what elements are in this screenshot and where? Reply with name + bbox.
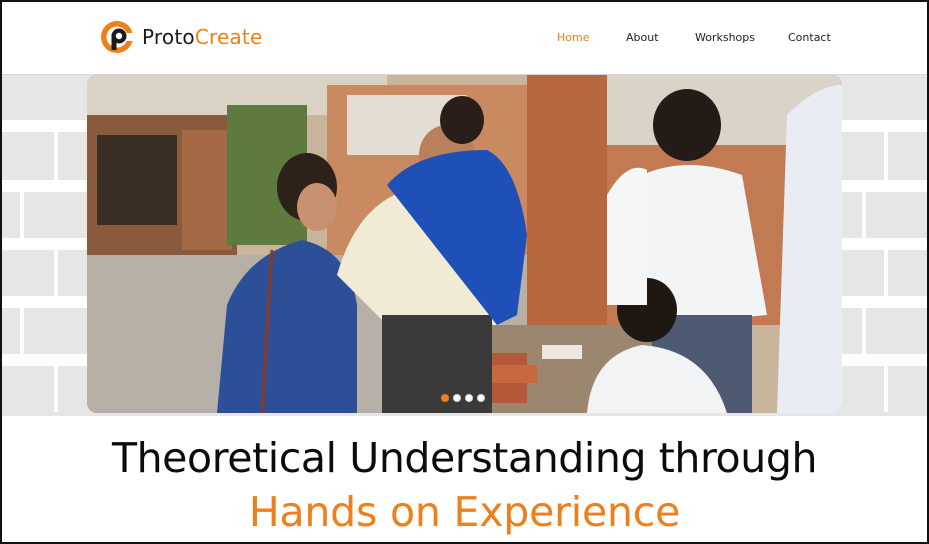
brand-name-create: Create	[194, 25, 263, 49]
site-header: ProtoCreate Home About Workshops Contact	[2, 2, 927, 74]
nav-home[interactable]: Home	[557, 28, 589, 48]
headline-line-1: Theoretical Understanding through	[111, 434, 818, 482]
brick-joint	[884, 366, 888, 412]
brick-line	[2, 120, 87, 132]
page-frame: ProtoCreate Home About Workshops Contact	[0, 0, 929, 544]
brick-joint	[54, 132, 58, 180]
brick-line	[2, 238, 87, 250]
brick-joint	[884, 132, 888, 180]
nav-about[interactable]: About	[626, 28, 659, 48]
protocreate-logo-icon	[101, 21, 134, 53]
brick-line	[842, 120, 927, 132]
carousel-dot-3[interactable]	[465, 394, 473, 402]
hero-photo	[87, 75, 842, 413]
carousel-dots	[441, 394, 485, 402]
nav-contact[interactable]: Contact	[788, 28, 831, 48]
brick-line	[842, 354, 927, 366]
brick-line	[2, 180, 87, 192]
brick-line	[842, 296, 927, 308]
brick-line	[2, 354, 87, 366]
hero-photo-illustration	[87, 75, 842, 413]
nav-workshops[interactable]: Workshops	[695, 28, 755, 48]
brand-name: ProtoCreate	[142, 25, 262, 49]
brick-joint	[884, 250, 888, 296]
brick-joint	[54, 366, 58, 412]
brick-line	[842, 238, 927, 250]
brick-joint	[20, 308, 24, 354]
brick-joint	[20, 192, 24, 238]
brick-line	[842, 180, 927, 192]
carousel-dot-1[interactable]	[441, 394, 449, 402]
brick-joint	[862, 308, 866, 354]
carousel-dot-4[interactable]	[477, 394, 485, 402]
brand-logo-link[interactable]: ProtoCreate	[100, 20, 262, 54]
brick-joint	[862, 192, 866, 238]
brand-name-proto: Proto	[142, 25, 195, 49]
brick-joint	[54, 250, 58, 296]
carousel-dot-2[interactable]	[453, 394, 461, 402]
headline-line-2: Hands on Experience	[248, 488, 681, 536]
brick-line	[2, 296, 87, 308]
